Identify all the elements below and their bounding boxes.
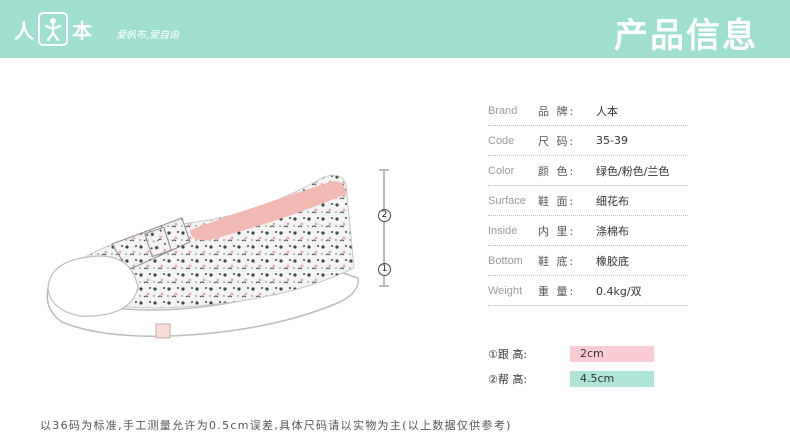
spec-label-en: Code	[488, 134, 515, 147]
spec-label-en: Weight	[488, 284, 523, 297]
spec-label-en: Color	[488, 164, 515, 177]
spec-label-en: Brand	[488, 104, 518, 117]
logo-figure-icon	[38, 12, 68, 46]
spec-label-cn: 尺 码:	[538, 134, 576, 148]
spec-value: 人本	[596, 104, 618, 118]
header-banner: 人 本 爱帆布,爱自由 产品信息	[0, 0, 790, 58]
spec-label-en: Inside	[488, 224, 518, 237]
spec-row-brand: Brand 品 牌: 人本	[488, 96, 688, 126]
spec-row-bottom: Bottom 鞋 底: 橡胶底	[488, 246, 688, 276]
spec-row-code: Code 尺 码: 35-39	[488, 126, 688, 156]
upper-height-value: 4.5cm	[570, 371, 654, 387]
logo-char-right: 本	[72, 18, 92, 43]
marker-heel-height: 1	[378, 263, 391, 276]
spec-label-cn: 鞋 面:	[538, 194, 576, 208]
spec-label-cn: 颜 色:	[538, 164, 576, 178]
spec-label-en: Bottom	[488, 254, 523, 267]
spec-label-cn: 鞋 底:	[538, 254, 576, 268]
spec-label-cn: 品 牌:	[538, 104, 576, 118]
logo-char-left: 人	[14, 18, 34, 43]
upper-height-row: ②帮 高: 4.5cm	[488, 371, 654, 387]
spec-label-cn: 重 量:	[538, 284, 576, 298]
measure-guide-line	[379, 169, 389, 287]
spec-value: 细花布	[596, 194, 629, 208]
heel-height-label: ①跟 高:	[488, 348, 528, 361]
spec-row-color: Color 颜 色: 绿色/粉色/兰色	[488, 156, 688, 186]
spec-row-inside: Inside 内 里: 涤棉布	[488, 216, 688, 246]
upper-height-label: ②帮 高:	[488, 373, 528, 386]
marker-upper-height: 2	[378, 209, 391, 222]
brand-logo[interactable]: 人 本	[14, 12, 92, 46]
spec-row-weight: Weight 重 量: 0.4kg/双	[488, 276, 688, 306]
brand-slogan: 爱帆布,爱自由	[116, 30, 180, 41]
spec-table: Brand 品 牌: 人本 Code 尺 码: 35-39 Color 颜 色:…	[488, 96, 688, 306]
heel-height-row: ①跟 高: 2cm	[488, 346, 654, 362]
spec-label-cn: 内 里:	[538, 224, 576, 238]
spec-value: 35-39	[596, 134, 628, 147]
height-measure: 2 1	[370, 168, 400, 298]
page-title: 产品信息	[614, 16, 758, 56]
spec-value: 橡胶底	[596, 254, 629, 268]
heel-height-value: 2cm	[570, 346, 654, 362]
spec-row-surface: Surface 鞋 面: 细花布	[488, 186, 688, 216]
height-legend: ①跟 高: 2cm ②帮 高: 4.5cm	[488, 346, 654, 396]
spec-label-en: Surface	[488, 194, 526, 207]
spec-value: 绿色/粉色/兰色	[596, 164, 670, 178]
spec-value: 涤棉布	[596, 224, 629, 238]
measurement-footnote: 以36码为标准,手工测量允许为0.5cm误差,具体尺码请以实物为主(以上数据仅供…	[40, 419, 512, 432]
shoe-image	[46, 174, 359, 339]
spec-value: 0.4kg/双	[596, 284, 642, 298]
